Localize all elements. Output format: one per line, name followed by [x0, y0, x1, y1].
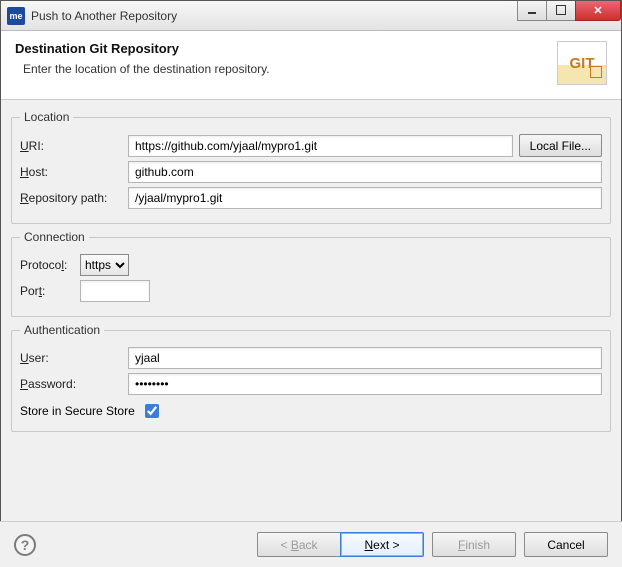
- window-buttons: [518, 1, 621, 21]
- host-label: Host:: [20, 165, 128, 179]
- port-label: Port:: [20, 284, 80, 298]
- back-button[interactable]: < Back: [257, 532, 341, 557]
- password-input[interactable]: [128, 373, 602, 395]
- port-input[interactable]: [80, 280, 150, 302]
- window-title: Push to Another Repository: [31, 9, 518, 23]
- protocol-label: Protocol:: [20, 258, 80, 272]
- local-file-button[interactable]: Local File...: [519, 134, 602, 157]
- git-icon: GIT: [557, 41, 607, 85]
- location-legend: Location: [20, 110, 73, 124]
- repository-path-label: Repository path:: [20, 191, 128, 205]
- protocol-select[interactable]: https: [80, 254, 129, 276]
- repository-path-input[interactable]: [128, 187, 602, 209]
- connection-legend: Connection: [20, 230, 89, 244]
- password-label: Password:: [20, 377, 128, 391]
- host-input[interactable]: [128, 161, 602, 183]
- page-title: Destination Git Repository: [15, 41, 557, 56]
- user-label: User:: [20, 351, 128, 365]
- uri-label: URI:: [20, 139, 128, 153]
- connection-group: Connection Protocol: https Port:: [11, 230, 611, 317]
- app-icon: me: [7, 7, 25, 25]
- store-secure-checkbox[interactable]: [145, 404, 159, 418]
- wizard-footer: ? < Back Next > Finish Cancel: [0, 521, 622, 567]
- next-button[interactable]: Next >: [340, 532, 424, 557]
- titlebar: me Push to Another Repository: [1, 1, 621, 31]
- authentication-group: Authentication User: Password: Store in …: [11, 323, 611, 432]
- wizard-header: Destination Git Repository Enter the loc…: [1, 31, 621, 100]
- authentication-legend: Authentication: [20, 323, 104, 337]
- cancel-button[interactable]: Cancel: [524, 532, 608, 557]
- store-secure-label: Store in Secure Store: [20, 404, 135, 418]
- close-button[interactable]: [575, 1, 621, 21]
- location-group: Location URI: Local File... Host: Reposi…: [11, 110, 611, 224]
- form-body: Location URI: Local File... Host: Reposi…: [1, 100, 621, 432]
- finish-button[interactable]: Finish: [432, 532, 516, 557]
- user-input[interactable]: [128, 347, 602, 369]
- minimize-button[interactable]: [517, 1, 547, 21]
- uri-input[interactable]: [128, 135, 513, 157]
- maximize-button[interactable]: [546, 1, 576, 21]
- page-subtitle: Enter the location of the destination re…: [23, 62, 557, 76]
- help-icon[interactable]: ?: [14, 534, 36, 556]
